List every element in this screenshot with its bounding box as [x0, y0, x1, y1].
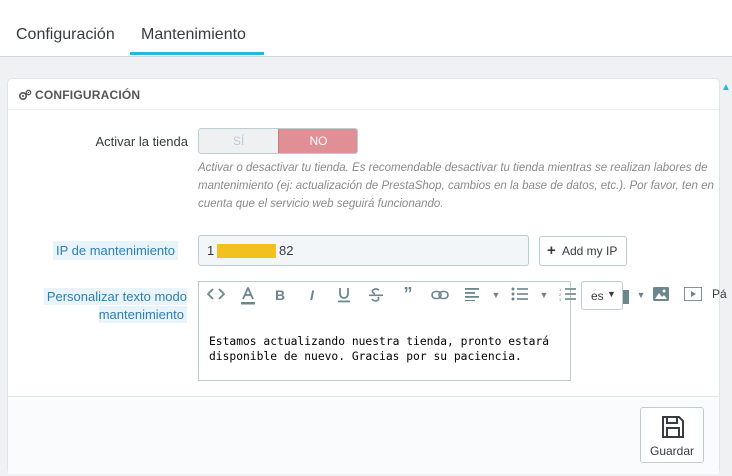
add-my-ip-button[interactable]: + Add my IP	[539, 236, 627, 266]
blockquote-icon[interactable]: ”	[397, 284, 419, 304]
bullet-list-dropdown-chevron-icon[interactable]: ▼	[533, 290, 555, 310]
svg-text:3: 3	[559, 297, 562, 301]
underline-icon[interactable]	[333, 287, 355, 307]
maintenance-ip-label: IP de mantenimiento	[53, 241, 178, 260]
maintenance-text-label: Personalizar texto modo mantenimiento	[35, 288, 187, 324]
toolbar-partial-label[interactable]: Pá	[712, 287, 730, 307]
cogs-icon	[18, 88, 32, 106]
align-icon[interactable]	[461, 287, 483, 307]
tab-configuracion[interactable]: Configuración	[16, 26, 115, 44]
add-my-ip-label: Add my IP	[562, 244, 618, 258]
ip-value-suffix: 82	[279, 243, 294, 258]
language-value: es	[591, 289, 604, 303]
align-dropdown-chevron-icon[interactable]: ▼	[485, 290, 507, 310]
plus-icon: +	[547, 242, 556, 259]
language-chevron-icon: ▼	[607, 289, 616, 299]
source-code-icon[interactable]	[205, 287, 227, 307]
image-icon[interactable]	[650, 287, 672, 307]
panel-footer	[8, 396, 719, 474]
text-color-icon[interactable]	[237, 285, 259, 307]
active-tab-indicator	[130, 52, 264, 55]
language-selector[interactable]: es ▼	[581, 281, 623, 310]
switch-off-option[interactable]: NO	[278, 129, 357, 153]
strikethrough-icon[interactable]	[365, 287, 387, 307]
partial-icon[interactable]	[623, 290, 629, 304]
link-icon[interactable]	[429, 287, 451, 307]
save-icon	[661, 415, 685, 444]
video-icon[interactable]	[682, 286, 704, 307]
tabs-bar: Configuración Mantenimiento	[0, 0, 732, 57]
panel-heading: CONFIGURACIÓN	[8, 79, 719, 110]
switch-on-option[interactable]: SÍ	[199, 129, 278, 153]
ip-redaction	[217, 244, 276, 258]
shop-toggle-label: Activar la tienda	[95, 134, 189, 149]
maintenance-text-label-text: Personalizar texto modo mantenimiento	[43, 288, 187, 323]
tab-mantenimiento[interactable]: Mantenimiento	[141, 26, 246, 44]
save-button[interactable]: Guardar	[640, 407, 704, 463]
save-label: Guardar	[649, 444, 695, 458]
table-dropdown-chevron-icon[interactable]: ▼	[630, 290, 652, 310]
panel-title: CONFIGURACIÓN	[35, 88, 141, 102]
shop-toggle-help: Activar o desactivar tu tienda. Es recom…	[198, 162, 714, 210]
shop-toggle-switch[interactable]: SÍ NO	[198, 128, 358, 154]
italic-icon[interactable]: I	[301, 287, 323, 307]
scroll-up-icon[interactable]: ▲	[721, 82, 731, 93]
ip-value-prefix: 1	[207, 243, 215, 258]
bullet-list-icon[interactable]	[509, 287, 531, 307]
numbered-list-icon[interactable]: 123	[557, 287, 579, 307]
bold-icon[interactable]: B	[269, 287, 291, 307]
maintenance-text-content[interactable]: Estamos actualizando nuestra tienda, pro…	[209, 334, 564, 364]
editor-toolbar: B I ” ▼ ▼ 123 ▼ Pá	[198, 281, 732, 313]
